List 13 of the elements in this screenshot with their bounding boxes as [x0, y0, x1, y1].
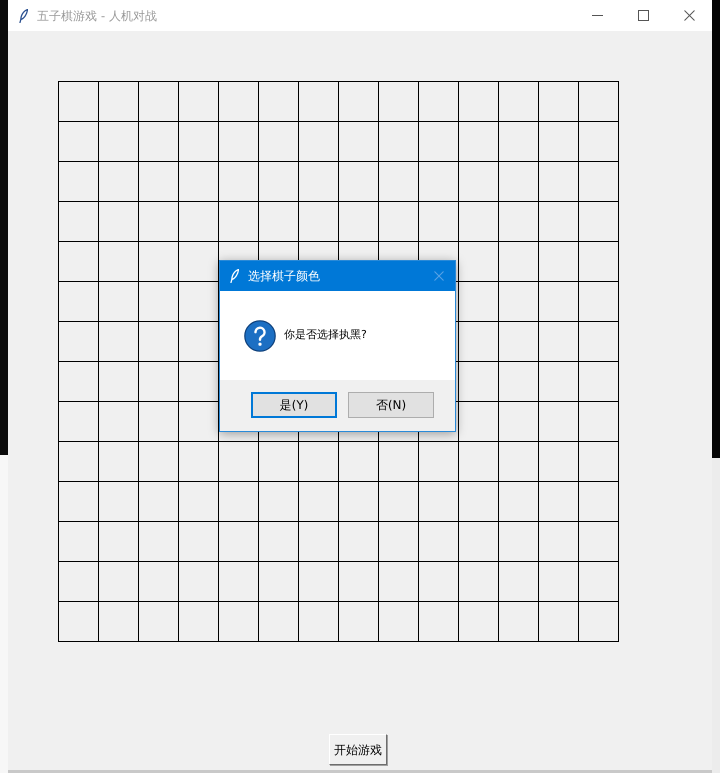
window-title: 五子棋游戏 - 人机对战: [37, 8, 157, 24]
close-icon[interactable]: [434, 271, 444, 281]
minimize-icon: [592, 15, 602, 16]
dialog-message: 你是否选择执黑?: [284, 327, 367, 344]
start-game-button[interactable]: 开始游戏: [329, 734, 387, 765]
question-icon: [244, 320, 276, 352]
close-icon: [684, 10, 694, 21]
dialog-title: 选择棋子颜色: [248, 268, 320, 285]
feather-icon: [19, 8, 28, 22]
feather-icon: [230, 269, 239, 283]
dialog-button[interactable]: 是(Y): [251, 392, 337, 418]
maximize-icon: [638, 10, 648, 21]
dialog-button[interactable]: 否(N): [348, 392, 434, 418]
